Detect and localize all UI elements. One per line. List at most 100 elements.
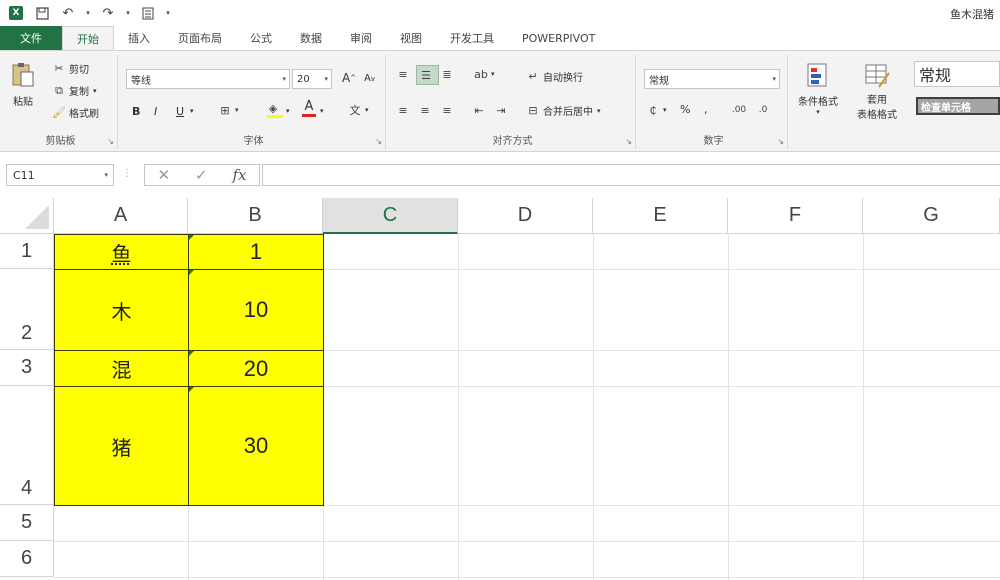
wrap-text-button[interactable]: ↵ 自动换行 xyxy=(526,69,583,84)
decrease-decimal-button[interactable]: .0 xyxy=(756,103,773,117)
align-center-button[interactable]: ≡ xyxy=(418,103,435,117)
cell-a4[interactable]: 猪 xyxy=(54,386,189,506)
merge-center-button[interactable]: ⊟ 合并后居中 ▾ xyxy=(526,103,600,118)
column-header-g[interactable]: G xyxy=(863,198,1000,234)
tab-powerpivot[interactable]: POWERPIVOT xyxy=(508,26,609,50)
align-right-button[interactable]: ≡ xyxy=(440,103,457,117)
style-check-cell[interactable]: 检查单元格 xyxy=(916,97,1000,115)
row-header-4[interactable]: 4 xyxy=(0,386,54,505)
cell-b3[interactable]: 20 xyxy=(188,350,324,387)
ribbon-tabs: 文件 开始 插入 页面布局 公式 数据 审阅 视图 开发工具 POWERPIVO… xyxy=(0,26,1000,50)
row-header-1[interactable]: 1 xyxy=(0,234,54,269)
tab-file[interactable]: 文件 xyxy=(0,26,62,50)
row-header-6[interactable]: 6 xyxy=(0,541,54,577)
cell-a3[interactable]: 混 xyxy=(54,350,189,387)
tab-data[interactable]: 数据 xyxy=(286,26,336,50)
format-painter-button[interactable]: 🖌 格式刷 xyxy=(52,105,99,120)
gridline xyxy=(54,577,1000,578)
row-header-5[interactable]: 5 xyxy=(0,505,54,541)
copy-button[interactable]: ⧉ 复制 ▾ xyxy=(52,83,96,99)
clipboard-launcher-icon[interactable]: ↘ xyxy=(107,137,114,146)
tab-review[interactable]: 审阅 xyxy=(336,26,386,50)
insert-function-icon[interactable]: fx xyxy=(233,166,247,184)
style-normal[interactable]: 常规 xyxy=(914,61,1000,87)
font-color-dropdown-icon[interactable]: ▾ xyxy=(320,107,324,115)
font-name-select[interactable]: 等线 ▾ xyxy=(126,69,290,89)
align-bottom-button[interactable]: ≣ xyxy=(440,67,457,81)
undo-icon[interactable]: ↶ xyxy=(58,3,78,23)
gridline xyxy=(593,234,594,580)
confirm-entry-icon[interactable]: ✓ xyxy=(195,166,208,184)
phonetic-button[interactable]: 文 ▾ xyxy=(348,103,369,117)
fill-color-dropdown-icon[interactable]: ▾ xyxy=(286,107,290,115)
alignment-group: ≡ ☰ ≣ ab ▾ ↵ 自动换行 ≡ ≡ ≡ ⇤ ⇥ ⊟ 合并后居中 ▾ 对齐方式 ↘ xyxy=(390,55,636,149)
column-header-a[interactable]: A xyxy=(54,198,188,234)
cell-b2[interactable]: 10 xyxy=(188,269,324,351)
grow-font-button[interactable]: A ^ xyxy=(342,71,356,85)
select-all-button[interactable] xyxy=(0,198,54,234)
cell-b1[interactable]: 1 xyxy=(188,234,324,270)
number-launcher-icon[interactable]: ↘ xyxy=(777,137,784,146)
comma-button[interactable]: , xyxy=(704,103,708,116)
name-box[interactable]: C11 ▾ xyxy=(6,164,114,186)
alignment-label: 对齐方式 xyxy=(492,136,533,147)
percent-button[interactable]: % xyxy=(680,103,690,116)
tab-page-layout[interactable]: 页面布局 xyxy=(164,26,236,50)
increase-indent-button[interactable]: ⇥ xyxy=(494,103,511,117)
underline-button[interactable]: U xyxy=(176,105,184,118)
column-header-f[interactable]: F xyxy=(728,198,863,234)
column-header-e[interactable]: E xyxy=(593,198,728,234)
paste-button[interactable]: 粘贴 xyxy=(10,61,36,108)
cut-button[interactable]: ✂ 剪切 xyxy=(52,61,89,76)
tab-view[interactable]: 视图 xyxy=(386,26,436,50)
align-top-button[interactable]: ≡ xyxy=(396,67,413,81)
alignment-launcher-icon[interactable]: ↘ xyxy=(625,137,632,146)
excel-logo-icon: X xyxy=(6,3,26,23)
column-header-d[interactable]: D xyxy=(458,198,593,234)
currency-button[interactable]: ₵ ▾ xyxy=(646,103,667,117)
orientation-button[interactable]: ab ▾ xyxy=(474,67,494,81)
format-as-table-button[interactable]: 套用 表格格式 xyxy=(848,61,906,121)
font-size-select[interactable]: 20 ▾ xyxy=(292,69,332,89)
form-icon[interactable] xyxy=(138,3,158,23)
cancel-entry-icon[interactable]: ✕ xyxy=(157,166,170,184)
customize-toolbar-icon[interactable]: ▾ xyxy=(164,3,172,23)
gridline xyxy=(863,234,864,580)
font-launcher-icon[interactable]: ↘ xyxy=(375,137,382,146)
conditional-format-icon xyxy=(807,63,827,87)
row-header-2[interactable]: 2 xyxy=(0,269,54,350)
tab-home[interactable]: 开始 xyxy=(62,26,114,50)
formula-bar-splitter-icon[interactable]: ⋮ xyxy=(122,168,132,179)
tab-developer[interactable]: 开发工具 xyxy=(436,26,508,50)
cell-b4[interactable]: 30 xyxy=(188,386,324,506)
italic-button[interactable]: I xyxy=(154,105,157,118)
decrease-indent-button[interactable]: ⇤ xyxy=(472,103,489,117)
fill-color-button[interactable]: ◈ xyxy=(266,101,283,118)
row-header-3[interactable]: 3 xyxy=(0,350,54,386)
font-color-button[interactable]: A xyxy=(302,99,316,117)
error-indicator xyxy=(189,351,194,356)
save-icon[interactable] xyxy=(32,3,52,23)
tab-insert[interactable]: 插入 xyxy=(114,26,164,50)
borders-button[interactable]: ⊞ ▾ xyxy=(218,103,238,117)
undo-dropdown-icon[interactable]: ▾ xyxy=(84,3,92,23)
worksheet-grid: A B C D E F G 1 2 3 4 5 6 鱼 1 木 10 混 20 … xyxy=(0,198,1000,580)
formula-input[interactable] xyxy=(262,164,1000,186)
column-header-c[interactable]: C xyxy=(323,198,458,234)
increase-decimal-button[interactable]: .00 xyxy=(732,103,749,117)
merge-icon: ⊟ xyxy=(528,104,538,117)
bold-button[interactable]: B xyxy=(132,105,140,118)
align-middle-button[interactable]: ☰ xyxy=(416,65,439,85)
tab-formulas[interactable]: 公式 xyxy=(236,26,286,50)
underline-dropdown-icon[interactable]: ▾ xyxy=(190,107,194,115)
number-format-select[interactable]: 常规 ▾ xyxy=(644,69,780,89)
conditional-formatting-button[interactable]: 条件格式 ▾ xyxy=(792,61,844,116)
cell-a2[interactable]: 木 xyxy=(54,269,189,351)
redo-dropdown-icon[interactable]: ▾ xyxy=(124,3,132,23)
cell-a1[interactable]: 鱼 xyxy=(54,234,189,270)
align-right-icon: ≡ xyxy=(442,103,452,117)
align-left-button[interactable]: ≡ xyxy=(396,103,413,117)
column-header-b[interactable]: B xyxy=(188,198,323,234)
redo-icon[interactable]: ↷ xyxy=(98,3,118,23)
shrink-font-button[interactable]: Av xyxy=(364,73,375,84)
